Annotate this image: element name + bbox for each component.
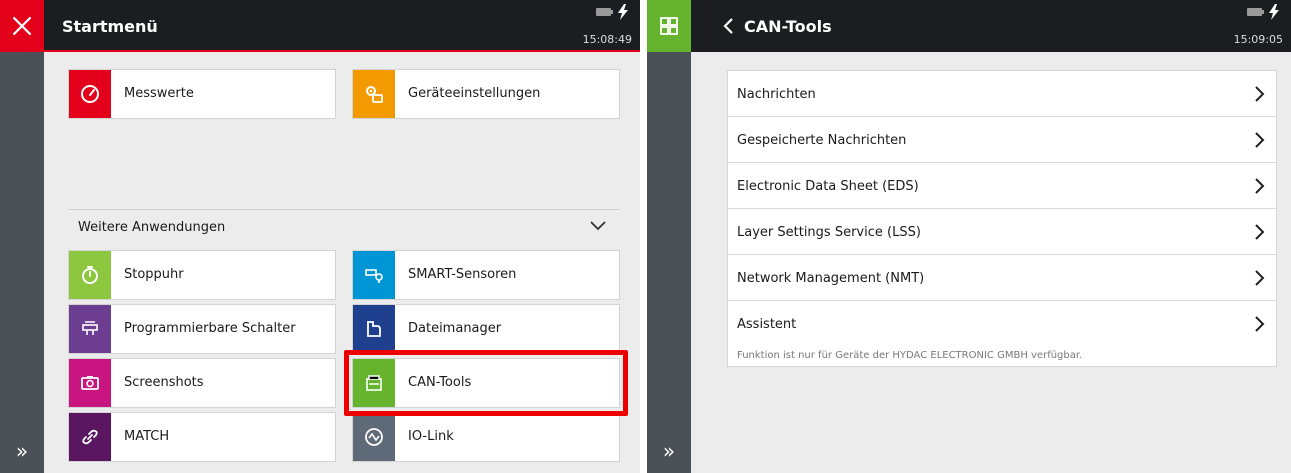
tile-label: MATCH (124, 429, 170, 444)
smart-sensor-icon (353, 251, 395, 299)
menu-item-lss[interactable]: Layer Settings Service (LSS) (728, 209, 1276, 255)
stopwatch-icon (69, 251, 111, 299)
chevron-right-icon (1255, 86, 1265, 102)
can-tools-menu: Nachrichten Gespeicherte Nachrichten Ele… (727, 70, 1277, 367)
tile-io-link[interactable]: IO-Link (352, 412, 620, 462)
tile-label: Messwerte (124, 86, 194, 101)
sidebar: » (0, 52, 44, 473)
double-chevron-right-icon: » (15, 439, 29, 463)
apps-button[interactable] (647, 0, 691, 52)
chevron-left-icon[interactable] (722, 17, 736, 35)
tile-label: Programmierbare Schalter (124, 321, 296, 336)
startmenu-screen: Startmenü 15:08:49 » Messwerte Geräteein… (0, 0, 640, 473)
sidebar: » (647, 52, 691, 473)
section-label: Weitere Anwendungen (78, 220, 226, 235)
battery-charging-icon (1247, 4, 1279, 20)
assistant-note: Funktion ist nur für Geräte der HYDAC EL… (737, 350, 1083, 361)
menu-item-label: Layer Settings Service (LSS) (737, 225, 921, 240)
section-divider (68, 209, 620, 210)
menu-item-assistent[interactable]: Assistent (728, 301, 1276, 347)
tile-screenshots[interactable]: Screenshots (68, 358, 336, 408)
clock: 15:08:49 (582, 33, 632, 46)
programmable-switch-icon (69, 305, 111, 353)
menu-item-gespeicherte-nachrichten[interactable]: Gespeicherte Nachrichten (728, 117, 1276, 163)
menu-item-nmt[interactable]: Network Management (NMT) (728, 255, 1276, 301)
menu-item-label: Gespeicherte Nachrichten (737, 133, 907, 148)
tile-label: Dateimanager (408, 321, 502, 336)
settings-gears-icon (353, 70, 395, 118)
chevron-right-icon (1255, 132, 1265, 148)
top-bar: CAN-Tools 15:09:05 (647, 0, 1291, 52)
close-icon (12, 16, 32, 36)
sidebar-expand-button[interactable]: » (0, 429, 44, 473)
sidebar-expand-button[interactable]: » (647, 429, 691, 473)
tile-match[interactable]: MATCH (68, 412, 336, 462)
chevron-right-icon (1255, 178, 1265, 194)
close-button[interactable] (0, 0, 44, 52)
can-tools-screen: CAN-Tools 15:09:05 » Nachrichten Gespeic… (647, 0, 1291, 473)
tile-stoppuhr[interactable]: Stoppuhr (68, 250, 336, 300)
battery-charging-icon (596, 4, 628, 20)
title-accent-line (44, 50, 640, 52)
tile-programmierbare-schalter[interactable]: Programmierbare Schalter (68, 304, 336, 354)
camera-icon (69, 359, 111, 407)
double-chevron-right-icon: » (662, 439, 676, 463)
chevron-down-icon[interactable] (588, 218, 608, 234)
tile-label: Stoppuhr (124, 267, 184, 282)
gauge-icon (69, 70, 111, 118)
chevron-right-icon (1255, 270, 1265, 286)
top-bar: Startmenü 15:08:49 (0, 0, 640, 52)
tile-geraeteeinstellungen[interactable]: Geräteeinstellungen (352, 69, 620, 119)
chevron-right-icon (1255, 224, 1265, 240)
menu-item-nachrichten[interactable]: Nachrichten (728, 71, 1276, 117)
apps-grid-icon (660, 17, 678, 35)
clock: 15:09:05 (1233, 33, 1283, 46)
highlight-box (344, 350, 628, 416)
chevron-right-icon (1255, 316, 1265, 332)
tile-smart-sensoren[interactable]: SMART-Sensoren (352, 250, 620, 300)
menu-item-label: Electronic Data Sheet (EDS) (737, 179, 919, 194)
tile-dateimanager[interactable]: Dateimanager (352, 304, 620, 354)
link-icon (69, 413, 111, 461)
tile-messwerte[interactable]: Messwerte (68, 69, 336, 119)
page-title: CAN-Tools (744, 17, 832, 36)
page-title: Startmenü (62, 17, 158, 36)
tile-label: IO-Link (408, 429, 454, 444)
tile-label: SMART-Sensoren (408, 267, 517, 282)
menu-item-label: Network Management (NMT) (737, 271, 925, 286)
file-manager-icon (353, 305, 395, 353)
tile-label: Screenshots (124, 375, 204, 390)
menu-item-eds[interactable]: Electronic Data Sheet (EDS) (728, 163, 1276, 209)
menu-item-label: Nachrichten (737, 87, 816, 102)
tile-label: Geräteeinstellungen (408, 86, 541, 101)
menu-item-label: Assistent (737, 317, 797, 332)
io-link-icon (353, 413, 395, 461)
